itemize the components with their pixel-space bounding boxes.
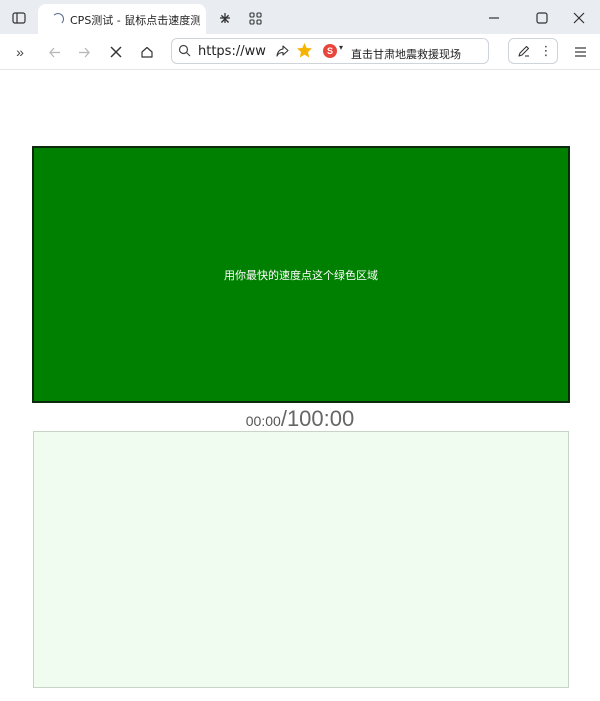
cps-click-area[interactable]: 用你最快的速度点这个绿色区域 [32, 146, 570, 403]
tab-active[interactable]: CPS测试 - 鼠标点击速度测 ✕ [38, 4, 231, 34]
minimize-icon[interactable] [484, 8, 504, 28]
page-content: 用你最快的速度点这个绿色区域 00:00/100:00 [0, 70, 600, 701]
tab-title: CPS测试 - 鼠标点击速度测 [70, 14, 200, 27]
timer-elapsed: 00:00 [245, 413, 281, 429]
search-icon [178, 44, 191, 62]
share-icon[interactable] [275, 43, 290, 63]
toolbar-group: ⋮ [508, 38, 558, 64]
pen-icon[interactable] [515, 42, 533, 60]
result-area [33, 431, 569, 688]
kebab-icon[interactable]: ⋮ [537, 42, 555, 60]
caret-down-icon[interactable]: ▾ [339, 43, 343, 52]
navigation-toolbar: » https://ww S ▾ 直击甘肃地震救援现场 ⋮ [0, 34, 600, 70]
tab-strip: CPS测试 - 鼠标点击速度测 ✕ [0, 0, 600, 34]
close-icon[interactable] [569, 8, 589, 28]
home-icon [141, 46, 153, 58]
sidebar-icon[interactable] [8, 7, 30, 29]
hot-search-link[interactable]: 直击甘肃地震救援现场 [351, 46, 461, 62]
url-text: https://ww [198, 44, 266, 59]
home-button[interactable] [137, 42, 157, 62]
arrow-right-icon [78, 47, 90, 57]
arrow-left-icon [48, 47, 60, 57]
timer-display: 00:00/100:00 [0, 406, 600, 432]
forward-button[interactable] [74, 42, 94, 62]
star-icon[interactable] [296, 42, 313, 64]
address-bar[interactable]: https://ww S ▾ 直击甘肃地震救援现场 [171, 38, 489, 64]
plus-icon[interactable] [214, 7, 236, 29]
hamburger-icon[interactable] [570, 42, 590, 62]
click-prompt: 用你最快的速度点这个绿色区域 [224, 268, 378, 282]
stop-button[interactable] [106, 42, 126, 62]
back-button[interactable] [44, 42, 64, 62]
stop-x-icon [110, 46, 122, 58]
grid-icon[interactable] [244, 7, 266, 29]
search-engine-icon[interactable]: S [323, 44, 337, 58]
loading-spinner-icon [52, 13, 64, 25]
double-chevron-icon[interactable]: » [10, 42, 30, 62]
maximize-icon[interactable] [532, 8, 552, 28]
browser-window: CPS测试 - 鼠标点击速度测 ✕ » [0, 0, 600, 701]
timer-total: 100:00 [286, 406, 355, 431]
